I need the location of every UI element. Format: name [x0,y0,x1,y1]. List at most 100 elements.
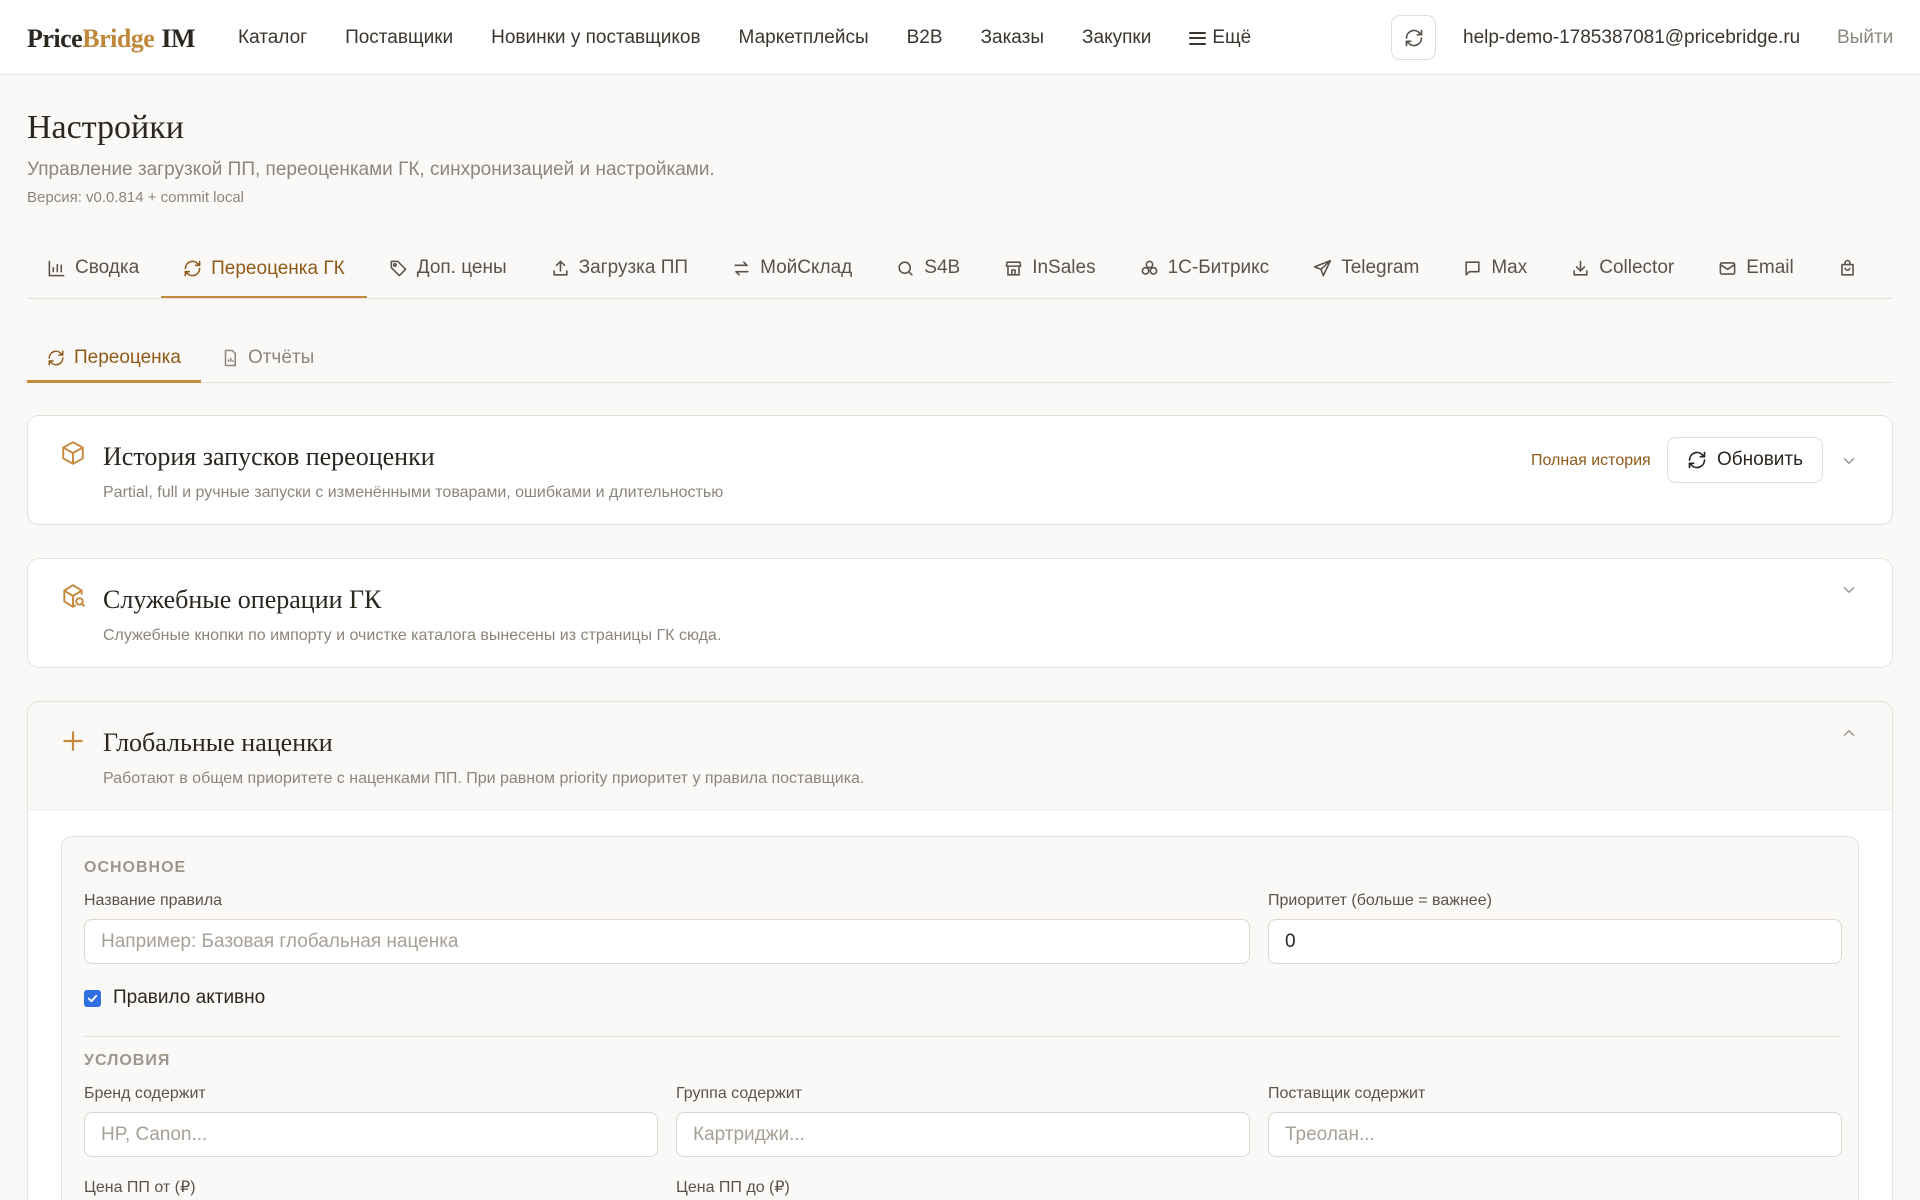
nav-item-catalog[interactable]: Каталог [238,24,307,52]
tab-marketplace-orders[interactable] [1816,238,1879,298]
nav-more-label: Ещё [1212,27,1252,48]
tab-max[interactable]: Max [1441,238,1549,298]
report-icon [224,349,236,366]
subtab-label: Переоценка [74,346,181,368]
tab-extra-prices[interactable]: Доп. цены [367,238,529,298]
price-to-label: Цена ПП до (₽) [676,1179,790,1196]
refresh-icon [1688,451,1706,469]
nav-item-purchases[interactable]: Закупки [1082,24,1151,52]
sync-button[interactable] [1391,15,1436,60]
service-operations-card: Служебные операции ГК Служебные кнопки п… [27,558,1893,668]
history-card-description: Partial, full и ручные запуски с изменён… [103,484,724,501]
search-icon [898,260,913,276]
tab-s4b[interactable]: S4B [874,238,982,298]
bar-chart-icon [48,260,65,276]
tab-email[interactable]: Email [1696,238,1816,298]
group-input[interactable] [676,1112,1250,1157]
tab-label: Email [1746,257,1794,278]
download-icon [1573,260,1588,276]
box-icon [62,441,84,465]
brand-label: Бренд содержит [84,1085,206,1102]
arrows-swap-icon [734,260,749,276]
tab-label: Переоценка ГК [211,257,345,279]
tab-label: 1С-Битрикс [1167,257,1270,278]
rule-name-label: Название правила [84,892,223,909]
tab-label: МойСклад [760,257,853,278]
nav-item-b2b[interactable]: B2B [907,24,943,52]
tab-telegram[interactable]: Telegram [1291,238,1441,298]
global-markups-header[interactable]: Глобальные наценки Работают в общем прио… [28,702,1892,810]
history-card: История запусков переоценки Partial, ful… [27,415,1893,525]
supplier-input[interactable] [1268,1112,1842,1157]
logout-link[interactable]: Выйти [1837,24,1893,52]
refresh-label: Обновить [1716,449,1804,470]
chevron-down-icon[interactable] [1840,452,1858,470]
chevron-down-icon[interactable] [1840,581,1858,599]
supplier-label: Поставщик содержит [1268,1085,1426,1102]
tab-insales[interactable]: InSales [982,238,1117,298]
menu-icon [1189,31,1207,45]
nav-item-suppliers[interactable]: Поставщики [345,24,453,52]
send-icon [1313,259,1332,276]
chevron-up-icon[interactable] [1840,724,1858,742]
refresh-icon [1405,29,1422,46]
circles-icon [1141,260,1157,275]
rule-active-checkbox[interactable] [84,989,101,1007]
subtab-label: Отчёты [247,346,315,368]
global-markups-description: Работают в общем приоритете с наценками … [103,770,865,787]
tab-summary[interactable]: Сводка [27,238,161,298]
section-divider [84,1036,1840,1037]
shopping-bag-icon [1840,259,1854,276]
section-conditions-label: УСЛОВИЯ [84,1052,171,1069]
group-label: Группа содержит [676,1085,802,1102]
page-title: Настройки [27,109,184,146]
nav-item-supplier-new[interactable]: Новинки у поставщиков [491,24,700,52]
user-email: help-demo-1785387081@pricebridge.ru [1463,27,1801,48]
page-subtitle: Управление загрузкой ПП, переоценками ГК… [27,159,715,180]
logo-text-price: Price [27,24,83,53]
priority-input[interactable] [1268,919,1842,964]
subtab-revaluation[interactable]: Переоценка [27,332,201,383]
tag-icon [390,260,407,276]
rule-active-label: Правило активно [113,987,266,1008]
revaluation-subtabs: Переоценка Отчёты [27,332,1893,383]
subtab-reports[interactable]: Отчёты [201,332,334,383]
section-main-label: ОСНОВНОЕ [84,859,187,876]
tab-upload-pp[interactable]: Загрузка ПП [529,238,710,298]
nav-more-button[interactable]: Ещё [1189,24,1251,52]
tab-label: Доп. цены [416,257,507,278]
full-history-link[interactable]: Полная история [1531,450,1651,472]
priority-label: Приоритет (больше = важнее) [1268,892,1492,909]
package-search-icon [63,584,85,608]
version-label: Версия: v0.0.814 + commit local [27,189,245,206]
top-bar: PriceBridge IM Каталог Поставщики Новинки… [0,0,1920,75]
history-card-title: История запусков переоценки [103,442,435,471]
app-logo[interactable]: PriceBridge IM [27,22,196,56]
refresh-icon [48,350,64,365]
rule-name-input[interactable] [84,919,1250,964]
logo-text-im: IM [161,24,196,53]
refresh-history-button[interactable]: Обновить [1667,437,1823,483]
markup-rule-form: ОСНОВНОЕ Название правила Приоритет (бол… [61,836,1859,1200]
tab-collector[interactable]: Collector [1549,238,1696,298]
message-icon [1465,260,1480,276]
logo-text-bridge: Bridge [82,24,155,53]
tab-label: Max [1491,257,1528,278]
check-icon [87,994,98,1002]
plus-icon [63,731,83,751]
tab-label: Collector [1599,257,1675,278]
service-card-description: Служебные кнопки по импорту и очистке ка… [103,627,722,644]
brand-input[interactable] [84,1112,658,1157]
nav-item-orders[interactable]: Заказы [981,24,1045,52]
price-from-label: Цена ПП от (₽) [84,1179,196,1196]
tab-bitrix[interactable]: 1С-Битрикс [1118,238,1292,298]
store-icon [1005,260,1022,276]
refresh-icon [184,260,201,277]
nav-item-marketplaces[interactable]: Маркетплейсы [739,24,869,52]
global-markups-card: Глобальные наценки Работают в общем прио… [27,701,1893,1200]
global-markups-title: Глобальные наценки [103,728,333,757]
tab-label: S4B [924,257,961,278]
tab-label: Telegram [1341,257,1420,278]
tab-moysklad[interactable]: МойСклад [710,238,874,298]
tab-revaluation[interactable]: Переоценка ГК [161,238,367,298]
